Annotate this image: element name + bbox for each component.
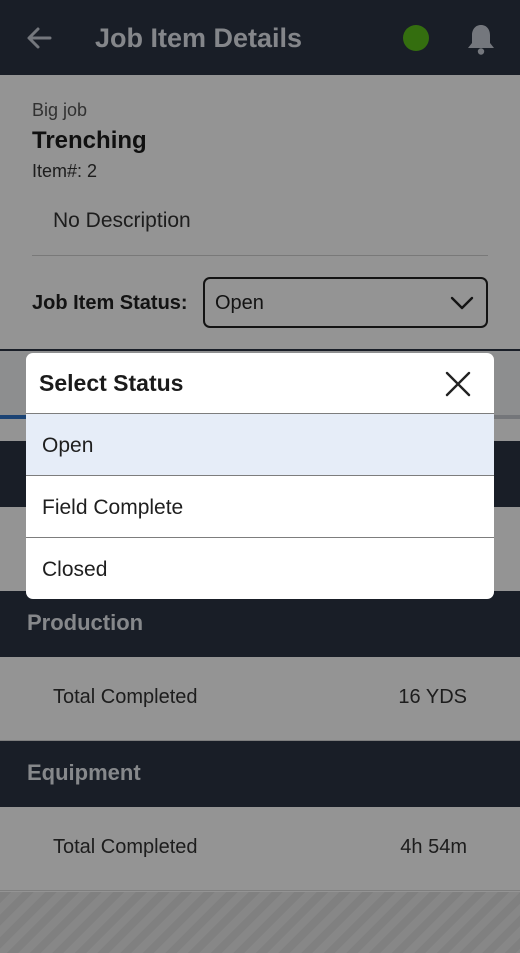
status-option-label: Open	[42, 434, 94, 457]
status-option-closed[interactable]: Closed	[26, 538, 494, 599]
status-option-field-complete[interactable]: Field Complete	[26, 476, 494, 538]
modal-title: Select Status	[39, 370, 184, 396]
select-status-modal: Select Status Open Field Complete Closed	[26, 353, 494, 599]
status-option-open[interactable]: Open	[26, 414, 494, 476]
status-option-label: Field Complete	[42, 496, 184, 519]
close-icon[interactable]	[443, 369, 473, 399]
status-option-label: Closed	[42, 558, 108, 581]
